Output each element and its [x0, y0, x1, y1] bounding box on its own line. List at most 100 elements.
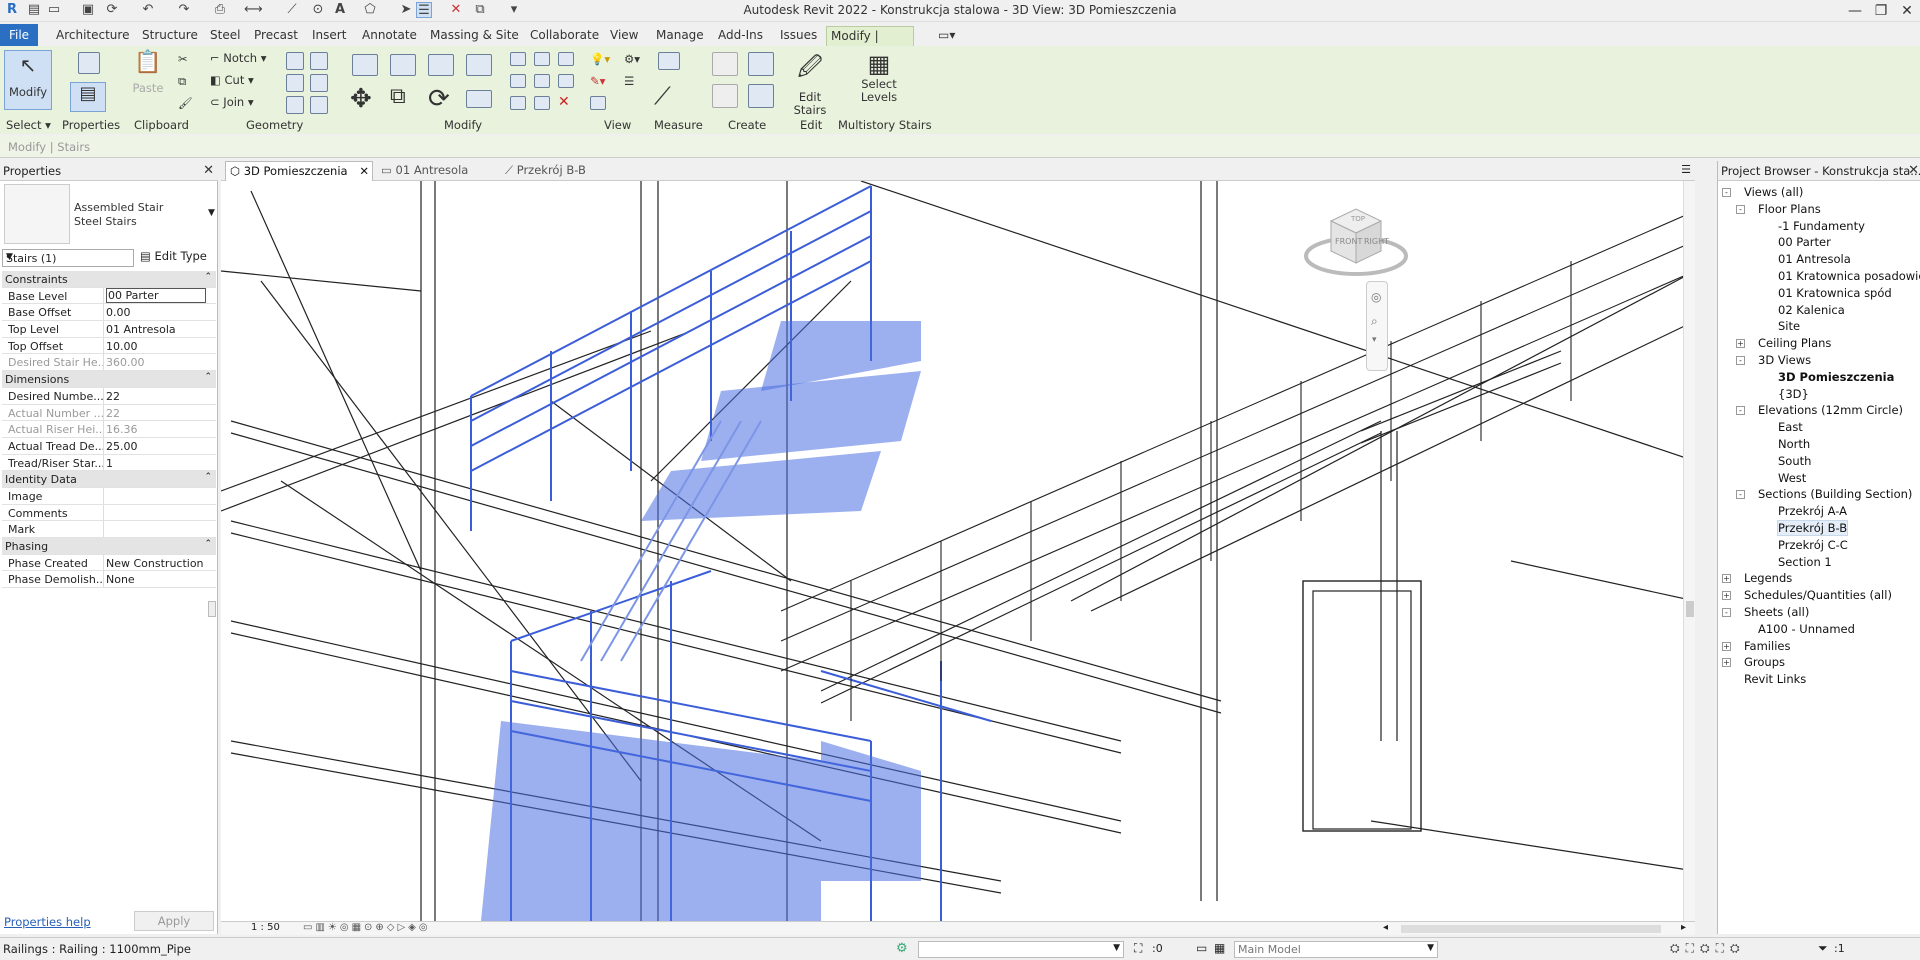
browser-item[interactable]: East: [1778, 420, 1803, 434]
trim-extend-icon[interactable]: [466, 90, 492, 108]
create-parts-icon[interactable]: [748, 52, 774, 76]
hscroll-left-icon[interactable]: ◂: [1383, 922, 1388, 933]
browser-item[interactable]: Legends: [1744, 571, 1792, 585]
instance-filter-select[interactable]: Stairs (1) ▼: [2, 249, 134, 267]
delete-icon[interactable]: ✕: [558, 94, 570, 110]
browser-item[interactable]: Views (all): [1744, 185, 1803, 199]
array-icon[interactable]: [510, 74, 526, 88]
collapse-icon[interactable]: ⌃: [204, 472, 212, 482]
type-properties-icon[interactable]: [78, 52, 100, 74]
tab-list-icon[interactable]: ☰: [1681, 163, 1691, 176]
panel-select[interactable]: Select ▾: [6, 118, 51, 132]
filter-icon[interactable]: ⏷: [1818, 941, 1828, 956]
expand-node-icon[interactable]: +: [1736, 339, 1745, 349]
tab-precast[interactable]: Precast: [250, 26, 302, 46]
expand-node-icon[interactable]: +: [1722, 591, 1731, 601]
worksets-icon[interactable]: ⚙: [896, 941, 908, 956]
tab-architecture[interactable]: Architecture: [52, 26, 133, 46]
property-value[interactable]: None: [106, 573, 206, 586]
property-value[interactable]: 01 Antresola: [106, 323, 206, 336]
collapse-node-icon[interactable]: -: [1722, 608, 1731, 617]
view-control-icons[interactable]: ▭▥☀◎▦⊙⊕◇▷◈◎: [303, 922, 431, 933]
properties-help-link[interactable]: Properties help: [4, 915, 91, 929]
tab-view[interactable]: View: [606, 26, 642, 46]
restore-icon[interactable]: ❐: [1868, 0, 1894, 22]
move-icon[interactable]: ✥: [350, 84, 372, 114]
close-browser-icon[interactable]: ✕: [1908, 163, 1919, 178]
close-tab-icon[interactable]: ✕: [359, 162, 369, 181]
expand-node-icon[interactable]: +: [1722, 641, 1731, 651]
browser-item[interactable]: Families: [1744, 639, 1790, 653]
rotate-icon[interactable]: ⟳: [428, 84, 450, 114]
expand-node-icon[interactable]: +: [1722, 574, 1731, 584]
properties-scrollbar[interactable]: [208, 601, 216, 617]
view-lines-icon[interactable]: ☰: [624, 74, 634, 88]
browser-item[interactable]: Groups: [1744, 655, 1785, 669]
browser-item[interactable]: -1 Fundamenty: [1778, 219, 1865, 233]
modify-button[interactable]: ↖ Modify: [4, 50, 52, 110]
view-scale[interactable]: 1 : 50: [251, 922, 280, 933]
hscroll-right-icon[interactable]: ▸: [1681, 922, 1686, 933]
cut-button[interactable]: ◧ Cut ▾: [210, 73, 254, 87]
unjoin-icon[interactable]: [310, 96, 328, 114]
property-value[interactable]: 22: [106, 390, 206, 403]
align-icon[interactable]: [352, 54, 378, 76]
browser-item[interactable]: Sections (Building Section): [1758, 487, 1912, 501]
browser-item[interactable]: 00 Parter: [1778, 235, 1831, 249]
wall-joins-icon[interactable]: [286, 52, 304, 70]
zoom-icon[interactable]: ⌕: [1371, 314, 1387, 329]
apply-button[interactable]: Apply: [134, 911, 214, 931]
browser-item[interactable]: Ceiling Plans: [1758, 336, 1831, 350]
trim-multiple-icon[interactable]: [534, 96, 550, 110]
browser-item[interactable]: Schedules/Quantities (all): [1744, 588, 1892, 602]
browser-item[interactable]: Revit Links: [1744, 672, 1806, 686]
browser-item[interactable]: 3D Views: [1758, 353, 1811, 367]
copy-icon[interactable]: ⧉: [390, 84, 406, 109]
tab-steel[interactable]: Steel: [206, 26, 244, 46]
split-icon[interactable]: [510, 52, 526, 66]
match-type-icon[interactable]: 🖌: [178, 96, 193, 110]
tab-manage[interactable]: Manage: [652, 26, 708, 46]
properties-section-header[interactable]: Phasing ⌃: [2, 538, 216, 555]
demolish-icon[interactable]: [310, 74, 328, 92]
split-face-icon[interactable]: [310, 52, 328, 70]
collapse-icon[interactable]: ⌃: [204, 272, 212, 282]
3d-viewport[interactable]: FRONT RIGHT TOP ◎ ⌕ ▾: [221, 181, 1695, 921]
dimension-icon[interactable]: ⟋: [654, 82, 671, 110]
browser-item[interactable]: A100 - Unnamed: [1758, 622, 1855, 636]
tab-annotate[interactable]: Annotate: [358, 26, 421, 46]
property-value[interactable]: New Construction: [106, 557, 206, 570]
browser-item[interactable]: Elevations (12mm Circle): [1758, 403, 1903, 417]
hide-in-view-icon[interactable]: 💡▾: [590, 52, 610, 66]
properties-button[interactable]: ▤: [70, 82, 106, 112]
scroll-thumb[interactable]: [1686, 601, 1694, 617]
ribbon-options-icon[interactable]: ▭▾: [934, 26, 959, 46]
tab-massing-site[interactable]: Massing & Site: [426, 26, 523, 46]
mirror-draw-icon[interactable]: [466, 54, 492, 76]
browser-item[interactable]: North: [1778, 437, 1810, 451]
design-options-icon[interactable]: ▭: [1196, 941, 1207, 955]
properties-section-header[interactable]: Constraints ⌃: [2, 271, 216, 288]
properties-section-header[interactable]: Dimensions ⌃: [2, 371, 216, 388]
properties-section-header[interactable]: Identity Data ⌃: [2, 471, 216, 488]
copy-clip-icon[interactable]: ⧉: [178, 74, 186, 89]
override-graphics-icon[interactable]: ⚙▾: [624, 52, 640, 66]
notch-button[interactable]: ⌐ Notch ▾: [210, 51, 267, 65]
browser-item[interactable]: Floor Plans: [1758, 202, 1821, 216]
join-button[interactable]: ⊂ Join ▾: [210, 95, 254, 109]
browser-item[interactable]: 01 Kratownica posadowie: [1778, 269, 1920, 283]
selection-options-icons[interactable]: ⛭⛶⛭⛶⛭: [1670, 941, 1746, 956]
collapse-node-icon[interactable]: -: [1736, 356, 1745, 365]
paste-button[interactable]: 📋 Paste: [132, 50, 164, 110]
offset-icon[interactable]: [390, 54, 416, 76]
viewcube[interactable]: FRONT RIGHT TOP: [1301, 201, 1408, 276]
browser-item[interactable]: West: [1778, 471, 1806, 485]
edit-stairs-button[interactable]: 🖉 Edit Stairs: [784, 50, 836, 117]
property-value[interactable]: 1: [106, 457, 206, 470]
browser-item[interactable]: 3D Pomieszczenia: [1778, 370, 1894, 384]
collapse-icon[interactable]: ⌃: [204, 539, 212, 549]
tab-structure[interactable]: Structure: [138, 26, 202, 46]
browser-item[interactable]: Przekrój B-B: [1776, 520, 1849, 536]
collapse-node-icon[interactable]: -: [1722, 188, 1731, 197]
steering-wheel-icon[interactable]: ◎: [1371, 290, 1387, 304]
